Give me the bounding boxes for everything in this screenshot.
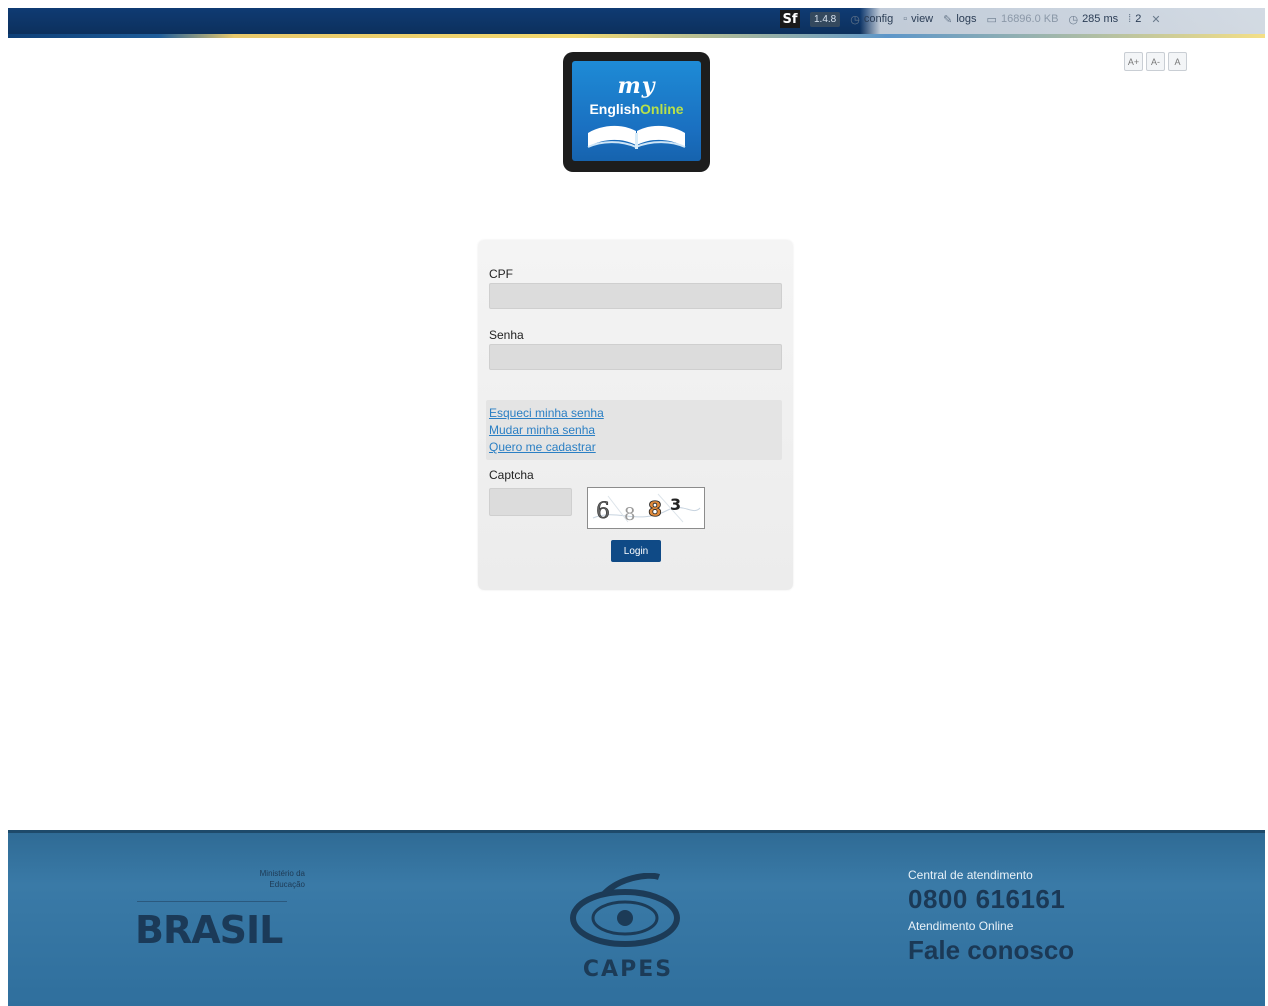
top-bar-stripe	[8, 34, 1265, 38]
font-increase-button[interactable]: A+	[1124, 52, 1143, 71]
timer-icon: ◷	[1068, 13, 1079, 26]
captcha-input[interactable]	[489, 488, 572, 516]
version-badge: 1.4.8	[810, 11, 841, 27]
captcha-graphic: 6 8 8 3	[592, 493, 701, 525]
login-panel: CPF Senha Esqueci minha senha Mudar minh…	[478, 240, 793, 590]
logs-button[interactable]: ✎ logs	[943, 13, 976, 26]
database-icon: ⁞	[1128, 13, 1132, 25]
logo-screen: my EnglishOnline	[572, 61, 701, 161]
cpf-input[interactable]	[489, 283, 782, 309]
ministerio-text: Ministério da Educação	[259, 869, 305, 889]
svg-text:3: 3	[670, 495, 681, 514]
change-password-link[interactable]: Mudar minha senha	[489, 423, 595, 437]
svg-text:8: 8	[648, 497, 662, 521]
cpf-label: CPF	[489, 267, 513, 281]
font-size-controls: A+ A- A	[1124, 52, 1187, 71]
symfony-logo-icon[interactable]: Sf	[780, 10, 800, 28]
svg-text:6: 6	[596, 499, 610, 524]
clock-icon: ◷	[850, 13, 860, 26]
brasil-government-logo: Ministério da Educação BRASIL	[135, 868, 305, 958]
pencil-icon: ✎	[943, 13, 953, 26]
links-box: Esqueci minha senha Mudar minha senha Qu…	[486, 400, 782, 460]
phone-number: 0800 616161	[908, 884, 1066, 914]
config-button[interactable]: ◷ config	[850, 13, 893, 26]
forgot-password-link[interactable]: Esqueci minha senha	[489, 406, 604, 420]
capes-emblem-icon	[570, 872, 680, 947]
login-button[interactable]: Login	[611, 540, 661, 562]
register-link[interactable]: Quero me cadastrar	[489, 440, 596, 454]
memory-indicator[interactable]: ▭ 16896.0 KB	[987, 13, 1059, 26]
brasil-divider	[137, 901, 287, 902]
contact-info: Central de atendimento 0800 616161 Atend…	[908, 868, 1074, 966]
svg-text:8: 8	[624, 504, 635, 525]
captcha-label: Captcha	[489, 468, 534, 482]
logo-english-text: EnglishOnline	[589, 101, 684, 117]
footer: Ministério da Educação BRASIL CAPES Cent…	[8, 830, 1265, 1006]
close-icon[interactable]: ✕	[1151, 13, 1160, 26]
fale-conosco-link[interactable]: Fale conosco	[908, 935, 1074, 966]
queries-indicator[interactable]: ⁞ 2	[1128, 13, 1141, 25]
view-icon: ▫	[903, 13, 908, 25]
font-reset-button[interactable]: A	[1168, 52, 1187, 71]
book-icon	[587, 125, 686, 149]
memory-icon: ▭	[986, 13, 997, 26]
debug-toolbar: Sf 1.4.8 ◷ config ▫ view ✎ logs ▭ 16896.…	[780, 8, 1161, 30]
online-label: Atendimento Online	[908, 919, 1014, 933]
font-decrease-button[interactable]: A-	[1146, 52, 1165, 71]
logo-my-text: my	[617, 73, 656, 99]
view-button[interactable]: ▫ view	[903, 13, 933, 25]
senha-input[interactable]	[489, 344, 782, 370]
time-indicator[interactable]: ◷ 285 ms	[1068, 13, 1118, 26]
my-english-online-logo: my EnglishOnline	[563, 52, 710, 172]
captcha-image: 6 8 8 3	[587, 487, 705, 529]
capes-logo: CAPES	[563, 872, 693, 988]
senha-label: Senha	[489, 328, 524, 342]
central-label: Central de atendimento	[908, 868, 1033, 882]
brasil-wordmark: BRASIL	[135, 908, 283, 952]
capes-wordmark: CAPES	[582, 957, 674, 982]
